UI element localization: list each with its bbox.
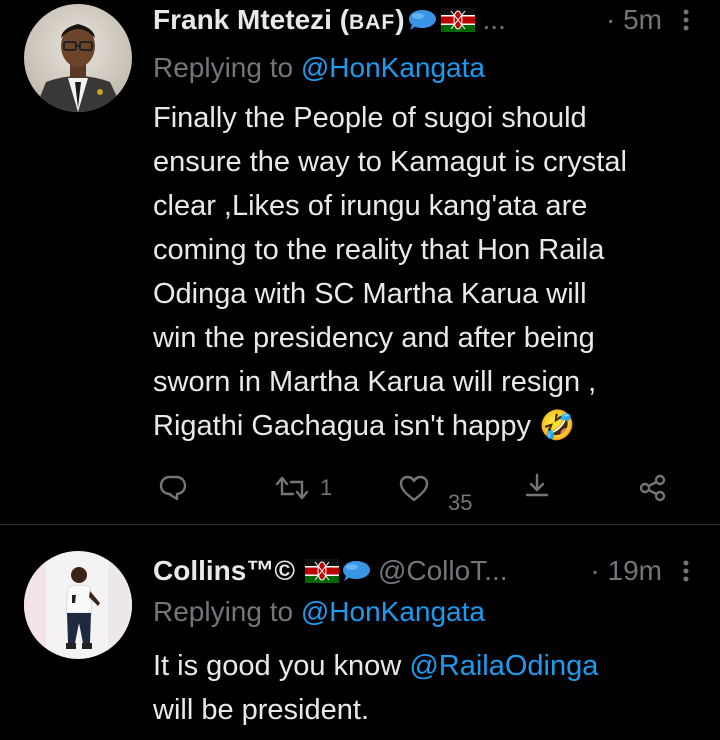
speech-bubble-icon xyxy=(342,561,370,581)
author-name[interactable]: Frank Mtetezi (BAF) xyxy=(153,4,405,36)
replying-prefix: Replying to xyxy=(153,596,301,627)
body-line: will be president. xyxy=(153,694,369,726)
kenya-flag-icon xyxy=(440,8,475,32)
like-count: 35 xyxy=(448,490,473,515)
body-prefix: It is good you know xyxy=(153,650,410,682)
tweet-header: Collins™© @ColloT... · 19m xyxy=(153,551,720,591)
like-icon xyxy=(399,475,429,502)
body-line: win the presidency and after being xyxy=(153,322,595,354)
avatar[interactable] xyxy=(24,551,132,659)
tweet-body: Finally the People of sugoi should ensur… xyxy=(153,96,708,448)
tweet-frank[interactable]: Frank Mtetezi (BAF) ... · 5m Replying to… xyxy=(0,0,720,524)
share-icon xyxy=(525,473,549,497)
replying-handle-link[interactable]: @HonKangata xyxy=(301,596,485,627)
body-line: Odinga with SC Martha Karua will xyxy=(153,278,587,310)
action-bar: 1 35 xyxy=(0,466,720,524)
share-button[interactable] xyxy=(522,472,552,502)
body-line: ensure the way to Kamagut is crystal xyxy=(153,146,627,178)
avatar[interactable] xyxy=(24,4,132,112)
body-line: sworn in Martha Karua will resign , xyxy=(153,366,597,398)
replying-to: Replying to @HonKangata xyxy=(153,596,485,628)
body-line: Finally the People of sugoi should xyxy=(153,102,587,134)
body-line: It is good you know @RailaOdinga xyxy=(153,644,708,688)
kenya-flag-icon xyxy=(304,559,339,583)
laughing-emoji: 🤣 xyxy=(539,410,576,442)
tweet-time[interactable]: · 5m xyxy=(606,4,662,36)
tweet-header: Frank Mtetezi (BAF) ... · 5m xyxy=(153,0,720,40)
body-line-text: Rigathi Gachagua isn't happy xyxy=(153,410,531,442)
more-share-button[interactable] xyxy=(638,474,668,502)
reply-icon xyxy=(159,475,187,501)
retweet-icon xyxy=(275,476,309,500)
tweet-time[interactable]: · 19m xyxy=(590,555,662,587)
more-icon[interactable] xyxy=(682,8,690,32)
more-icon[interactable] xyxy=(682,559,690,583)
tweet-body: It is good you know @RailaOdinga will be… xyxy=(153,644,708,732)
author-name-text: Frank Mtetezi ( xyxy=(153,4,350,35)
reply-button[interactable] xyxy=(158,474,188,502)
body-line: coming to the reality that Hon Raila xyxy=(153,234,605,266)
author-close: ) xyxy=(395,4,405,35)
like-count-area: 35 xyxy=(448,490,472,516)
like-button[interactable] xyxy=(398,474,430,502)
reply-thread: Frank Mtetezi (BAF) ... · 5m Replying to… xyxy=(0,0,720,740)
author-tag: BAF xyxy=(349,11,396,34)
body-line: clear ,Likes of irungu kang'ata are xyxy=(153,190,588,222)
replying-to: Replying to @HonKangata xyxy=(153,52,485,84)
replying-prefix: Replying to xyxy=(153,52,301,83)
header-ellipsis: ... xyxy=(482,4,506,35)
speech-bubble-icon xyxy=(408,10,436,30)
body-mention-link[interactable]: @RailaOdinga xyxy=(409,650,598,682)
retweet-button[interactable]: 1 xyxy=(274,474,332,502)
author-name[interactable]: Collins™© xyxy=(153,555,295,587)
action-share-icon xyxy=(639,474,666,502)
body-line: Rigathi Gachagua isn't happy 🤣 xyxy=(153,404,708,448)
replying-handle-link[interactable]: @HonKangata xyxy=(301,52,485,83)
author-handle[interactable]: @ColloT... xyxy=(378,555,508,587)
retweet-count: 1 xyxy=(320,475,333,500)
